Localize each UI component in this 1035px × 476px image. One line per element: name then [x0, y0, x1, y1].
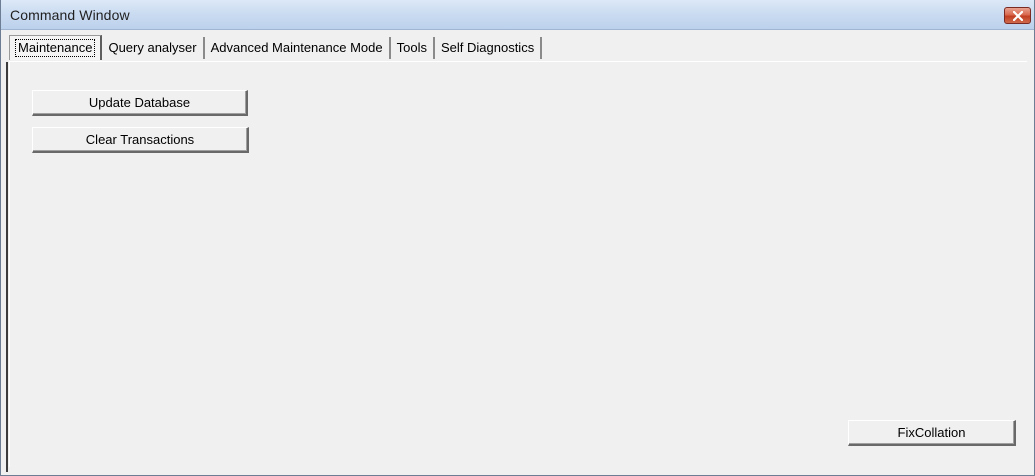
update-database-button[interactable]: Update Database [32, 90, 248, 116]
command-window: Command Window Maintenance Query analyse… [0, 0, 1035, 476]
tab-advanced-maintenance-mode[interactable]: Advanced Maintenance Mode [205, 37, 391, 59]
close-icon [1013, 11, 1023, 21]
tab-query-analyser[interactable]: Query analyser [102, 37, 205, 59]
tab-maintenance-label: Maintenance [15, 39, 96, 57]
clear-transactions-button[interactable]: Clear Transactions [32, 127, 249, 153]
fix-collation-button[interactable]: FixCollation [848, 420, 1016, 446]
title-bar[interactable]: Command Window [1, 0, 1034, 30]
tab-query-analyser-label: Query analyser [108, 40, 197, 55]
maintenance-panel: Update Database Clear Transactions FixCo… [9, 61, 1027, 467]
tab-advanced-maintenance-mode-label: Advanced Maintenance Mode [210, 40, 383, 55]
tab-self-diagnostics[interactable]: Self Diagnostics [435, 37, 543, 59]
tab-maintenance[interactable]: Maintenance [9, 35, 103, 60]
tab-self-diagnostics-label: Self Diagnostics [440, 40, 535, 55]
tab-tools-label: Tools [396, 40, 427, 55]
tab-tools[interactable]: Tools [391, 37, 435, 59]
tab-strip: Maintenance Query analyser Advanced Main… [9, 35, 543, 61]
panel-left-border [6, 62, 8, 472]
close-button[interactable] [1004, 7, 1031, 24]
window-title: Command Window [10, 7, 130, 23]
